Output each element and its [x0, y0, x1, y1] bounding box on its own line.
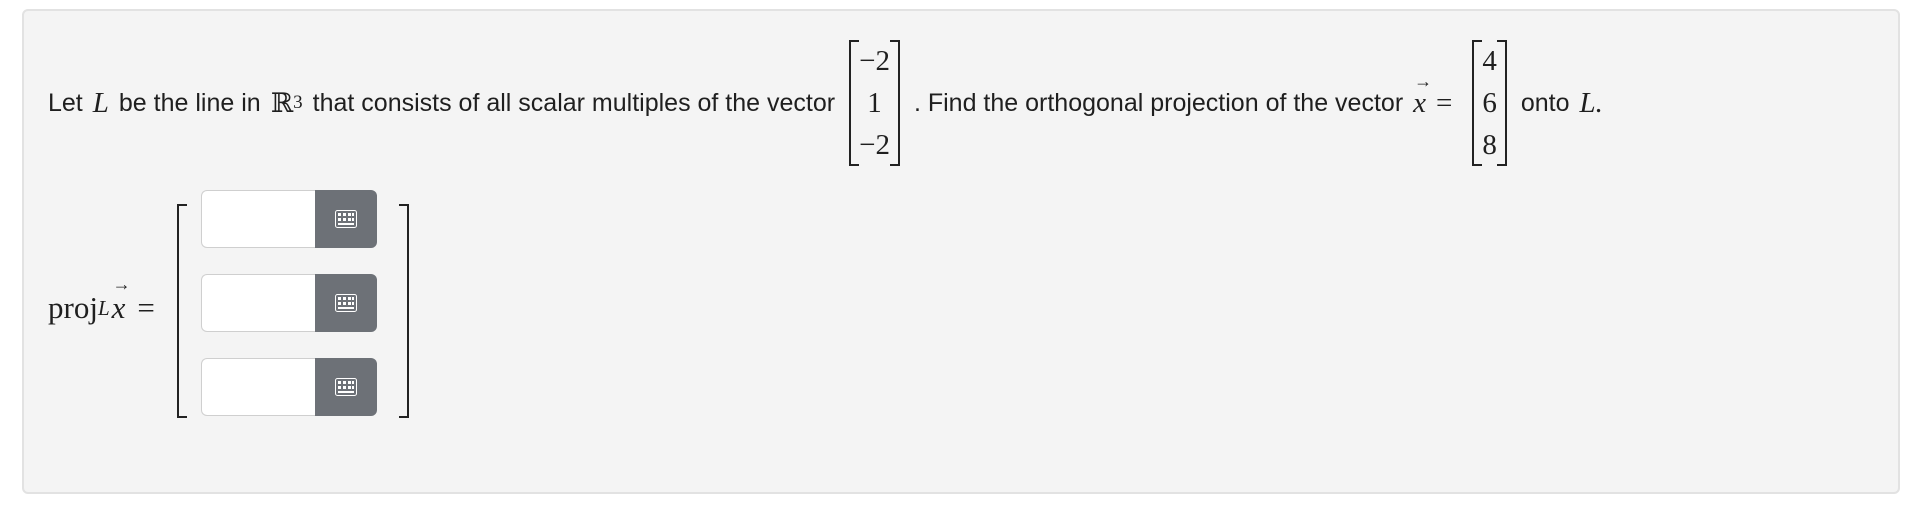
- answer-field-1: [200, 190, 377, 250]
- keypad-icon: [334, 294, 357, 312]
- direction-entry: 1: [867, 87, 882, 119]
- text-end: L.: [1579, 86, 1603, 119]
- answer-field-3: [200, 358, 377, 418]
- text-consists: that consists of all scalar multiples of…: [312, 88, 836, 117]
- direction-entry: −2: [859, 45, 890, 77]
- vector-arrow-icon: →: [1414, 70, 1433, 91]
- answer-input-3[interactable]: [200, 358, 315, 416]
- answer-input-2[interactable]: [200, 274, 315, 332]
- x-entry: 6: [1482, 87, 1497, 119]
- keypad-icon: [334, 378, 357, 396]
- x-vector: 4 6 8: [1472, 40, 1507, 166]
- x-entry: 8: [1482, 129, 1497, 161]
- x-entry: 4: [1482, 45, 1497, 77]
- vector-arrow-icon: →: [112, 274, 131, 294]
- text-be-line-in: be the line in: [118, 88, 261, 117]
- answer-field-2: [200, 274, 377, 334]
- problem-statement: Let L be the line in ℝ3 that consists of…: [48, 33, 1603, 173]
- proj-subscript: L: [97, 295, 110, 320]
- proj-x-symbol: → x: [111, 274, 131, 325]
- space-exponent: 3: [293, 92, 303, 113]
- direction-vector: −2 1 −2: [849, 40, 900, 166]
- answer-input-1[interactable]: [200, 190, 315, 248]
- keypad-icon: [334, 210, 357, 228]
- space-symbol: ℝ: [270, 87, 294, 119]
- proj-text: proj: [48, 290, 98, 325]
- answer-row: proj L → x =: [48, 183, 409, 433]
- line-var: L: [92, 86, 109, 119]
- keypad-button-2[interactable]: [314, 274, 377, 332]
- keypad-button-3[interactable]: [314, 358, 377, 416]
- proj-equals: =: [137, 290, 155, 325]
- answer-matrix: [176, 190, 409, 426]
- projection-label: proj L → x =: [48, 274, 155, 326]
- equals-sign: =: [1436, 86, 1453, 119]
- text-onto: onto: [1520, 88, 1570, 117]
- direction-entry: −2: [859, 129, 890, 161]
- x-vector-symbol: → x: [1413, 70, 1433, 119]
- text-let: Let: [48, 88, 83, 117]
- text-find: . Find the orthogonal projection of the …: [913, 88, 1404, 117]
- keypad-button-1[interactable]: [314, 190, 377, 248]
- question-card: Let L be the line in ℝ3 that consists of…: [22, 9, 1900, 494]
